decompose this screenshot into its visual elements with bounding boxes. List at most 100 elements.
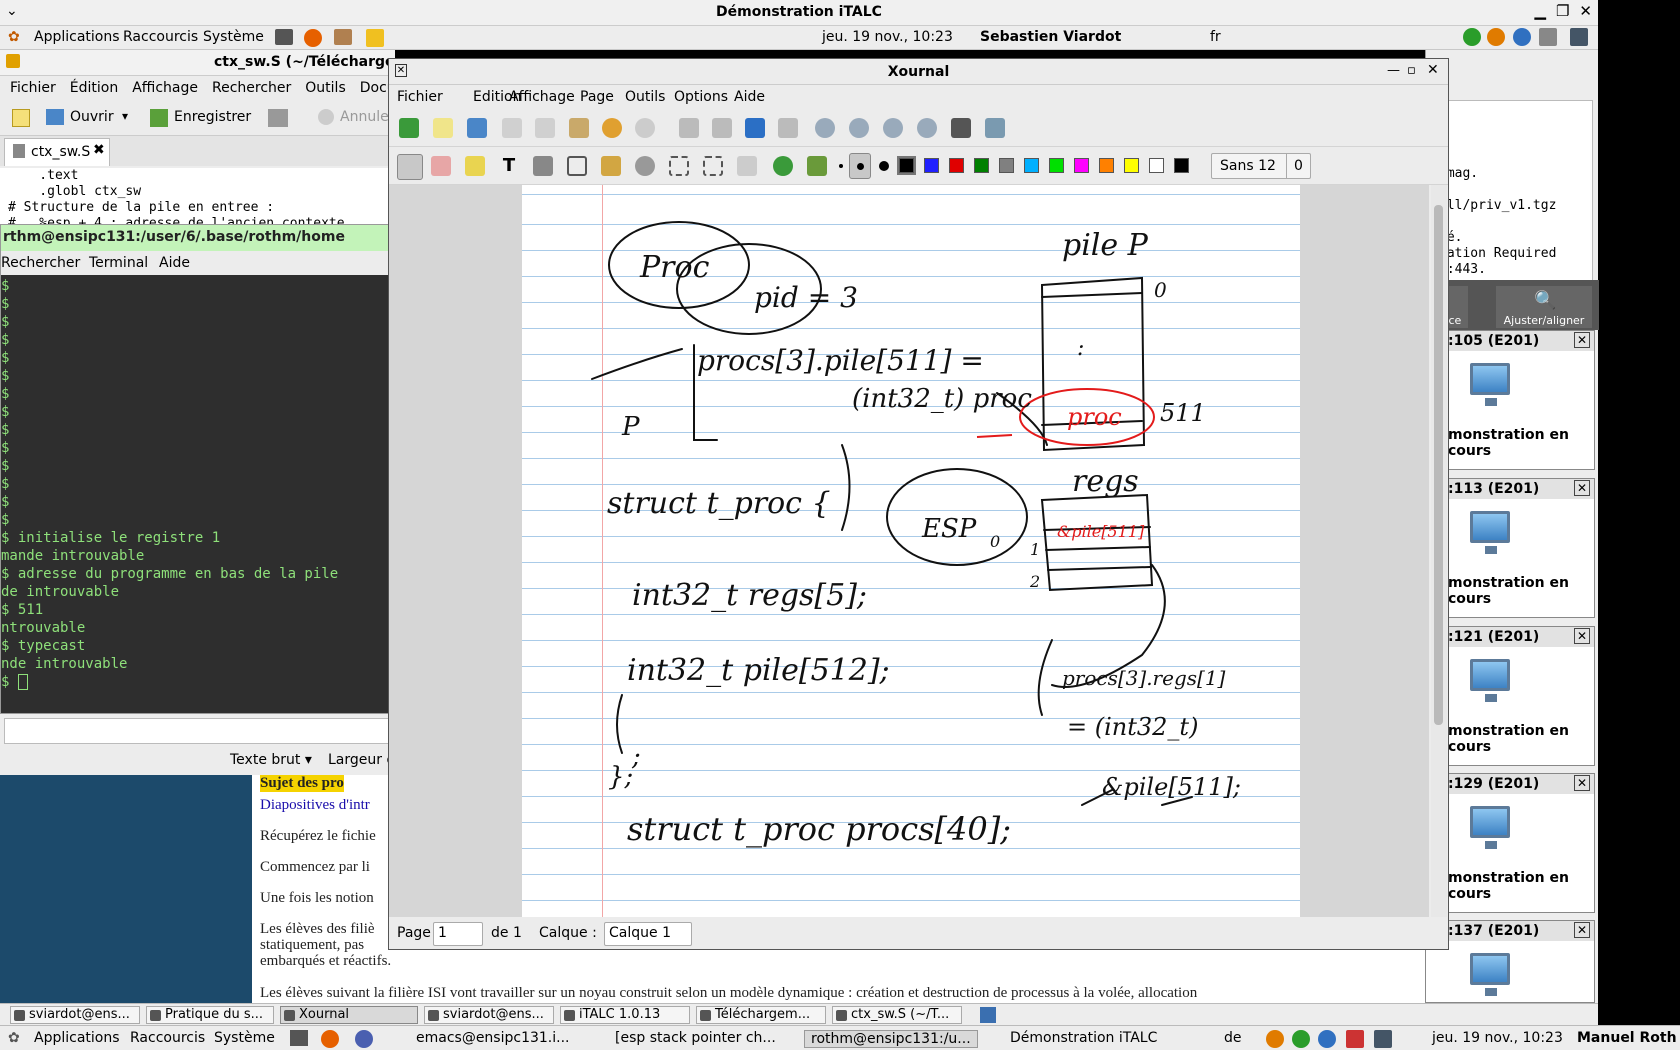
find-icon[interactable] xyxy=(951,118,971,138)
top-user[interactable]: Sebastien Viardot xyxy=(980,29,1121,45)
network-tray-icon[interactable] xyxy=(1570,28,1588,46)
editor-launcher-icon[interactable] xyxy=(366,29,384,47)
update-tray-icon[interactable] xyxy=(1292,1030,1310,1048)
zoom-out-icon[interactable] xyxy=(815,118,835,138)
window-item[interactable]: [esp stack pointer ch... xyxy=(615,1030,776,1046)
menu-raccourcis[interactable]: Raccourcis xyxy=(123,29,198,45)
color-swatch[interactable] xyxy=(1074,158,1089,173)
color-swatch[interactable] xyxy=(897,156,916,175)
ruled-page[interactable]: pile P Proc pid = 3 0 : procs[3].pile[51… xyxy=(522,185,1300,917)
color-swatch[interactable] xyxy=(1174,158,1189,173)
terminal-menu-aide[interactable]: Aide xyxy=(159,255,190,271)
computer-card[interactable]: :129 (E201) ✕ monstration en cours xyxy=(1425,773,1595,913)
print-icon[interactable] xyxy=(268,109,288,127)
redo-icon[interactable] xyxy=(635,118,655,138)
copy-icon[interactable] xyxy=(535,118,555,138)
minimize-icon[interactable]: ▁ xyxy=(1534,2,1546,20)
maximize-icon[interactable]: ❐ xyxy=(1556,2,1569,20)
close-icon[interactable]: ✕ xyxy=(1574,628,1590,644)
xournal-menu-page[interactable]: Page xyxy=(580,89,614,105)
gedit-menu-outils[interactable]: Outils xyxy=(305,80,345,96)
save-icon[interactable] xyxy=(399,118,419,138)
color-swatch[interactable] xyxy=(999,158,1014,173)
pen-tool-icon[interactable] xyxy=(397,154,423,180)
menu-systeme[interactable]: Système xyxy=(203,29,264,45)
prev-page-icon[interactable] xyxy=(712,118,732,138)
close-icon[interactable]: ✕ xyxy=(1579,2,1592,20)
computer-card[interactable]: :121 (E201) ✕ monstration en cours xyxy=(1425,626,1595,766)
save-icon[interactable] xyxy=(150,109,168,127)
keyboard-layout[interactable]: de xyxy=(1224,1030,1242,1046)
firefox-launcher-icon[interactable] xyxy=(304,29,322,47)
next-page-icon[interactable] xyxy=(745,118,765,138)
layer-select[interactable]: Calque 1 xyxy=(604,922,692,946)
bottom-user[interactable]: Manuel Roth xyxy=(1577,1030,1677,1046)
shape-recognizer-icon[interactable] xyxy=(567,156,587,176)
task-item[interactable]: sviardot@ens... xyxy=(424,1006,554,1024)
xournal-scrollbar[interactable] xyxy=(1431,185,1447,917)
window-item[interactable]: emacs@ensipc131.i... xyxy=(416,1030,570,1046)
image-tool-icon[interactable] xyxy=(533,156,553,176)
gedit-menu-fichier[interactable]: Fichier xyxy=(10,80,56,96)
task-item[interactable]: ctx_sw.S (~/T... xyxy=(832,1006,962,1024)
terminal-menu-terminal[interactable]: Terminal xyxy=(89,255,148,271)
volume-muted-icon[interactable] xyxy=(1346,1030,1364,1048)
undo-button[interactable]: Annuler xyxy=(340,109,394,125)
menu-raccourcis[interactable]: Raccourcis xyxy=(130,1030,205,1046)
undo-icon[interactable] xyxy=(602,118,622,138)
task-item-active[interactable]: Xournal xyxy=(280,1006,418,1024)
color-swatch[interactable] xyxy=(974,158,989,173)
settings-tray-icon[interactable] xyxy=(1487,28,1505,46)
xournal-menu-aide[interactable]: Aide xyxy=(734,89,765,105)
color-swatch[interactable] xyxy=(949,158,964,173)
hand-tool-icon[interactable] xyxy=(737,156,757,176)
text-tool-icon[interactable]: T xyxy=(499,156,519,176)
accessibility-tray-icon[interactable] xyxy=(1513,28,1531,46)
thick-thickness-icon[interactable] xyxy=(879,161,889,171)
computer-card[interactable]: :137 (E201) ✕ xyxy=(1425,920,1595,1003)
update-tray-icon[interactable] xyxy=(1463,28,1481,46)
first-page-icon[interactable] xyxy=(679,118,699,138)
ruler-icon[interactable] xyxy=(601,156,621,176)
gedit-menu-rechercher[interactable]: Rechercher xyxy=(212,80,291,96)
color-swatch[interactable] xyxy=(1049,158,1064,173)
color-swatch[interactable] xyxy=(1149,158,1164,173)
color-swatch[interactable] xyxy=(1124,158,1139,173)
color-swatch[interactable] xyxy=(924,158,939,173)
close-icon[interactable]: ✕ xyxy=(1574,922,1590,938)
paste-icon[interactable] xyxy=(569,118,589,138)
task-item[interactable]: Pratique du s... xyxy=(146,1006,274,1024)
minimize-icon[interactable]: — xyxy=(1387,63,1400,78)
xournal-menu-options[interactable]: Options xyxy=(674,89,728,105)
open-folder-icon[interactable] xyxy=(46,109,64,125)
open-dropdown-chevron-icon[interactable]: ▾ xyxy=(122,109,128,123)
close-icon[interactable]: ✕ xyxy=(1427,62,1439,78)
zoom-fit-icon[interactable] xyxy=(849,118,869,138)
pen-settings-icon[interactable] xyxy=(807,156,827,176)
open-icon[interactable] xyxy=(467,118,487,138)
workspace-switcher-icon[interactable] xyxy=(980,1007,996,1023)
window-item-active[interactable]: rothm@ensipc131:/u... xyxy=(804,1030,978,1048)
xournal-menu-fichier[interactable]: Fichier xyxy=(397,89,443,105)
tab-close-icon[interactable]: ✖ xyxy=(93,142,105,158)
xournal-menu-outils[interactable]: Outils xyxy=(625,89,665,105)
terminal-launcher-icon[interactable] xyxy=(275,29,293,45)
tab-ctx-sw[interactable]: ctx_sw.S ✖ xyxy=(4,138,110,166)
last-page-icon[interactable] xyxy=(778,118,798,138)
emacs-launcher-icon[interactable] xyxy=(355,1030,373,1048)
lasso-select-icon[interactable] xyxy=(635,156,655,176)
color-swatch[interactable] xyxy=(1024,158,1039,173)
new-page-icon[interactable] xyxy=(433,118,453,138)
save-button[interactable]: Enregistrer xyxy=(174,109,251,125)
new-document-icon[interactable] xyxy=(12,109,30,127)
gedit-menu-edition[interactable]: Édition xyxy=(70,80,118,96)
page-number-input[interactable]: 1 xyxy=(433,922,483,946)
top-clock[interactable]: jeu. 19 nov., 10:23 xyxy=(822,29,953,45)
close-icon[interactable]: ✕ xyxy=(1574,775,1590,791)
computer-card[interactable]: :113 (E201) ✕ monstration en cours xyxy=(1425,478,1595,618)
scrollbar-thumb[interactable] xyxy=(1434,205,1443,725)
mail-launcher-icon[interactable] xyxy=(334,29,352,45)
rect-select-icon[interactable] xyxy=(669,156,689,176)
menu-applications[interactable]: Applications xyxy=(34,29,120,45)
task-item[interactable]: sviardot@ens... xyxy=(10,1006,140,1024)
